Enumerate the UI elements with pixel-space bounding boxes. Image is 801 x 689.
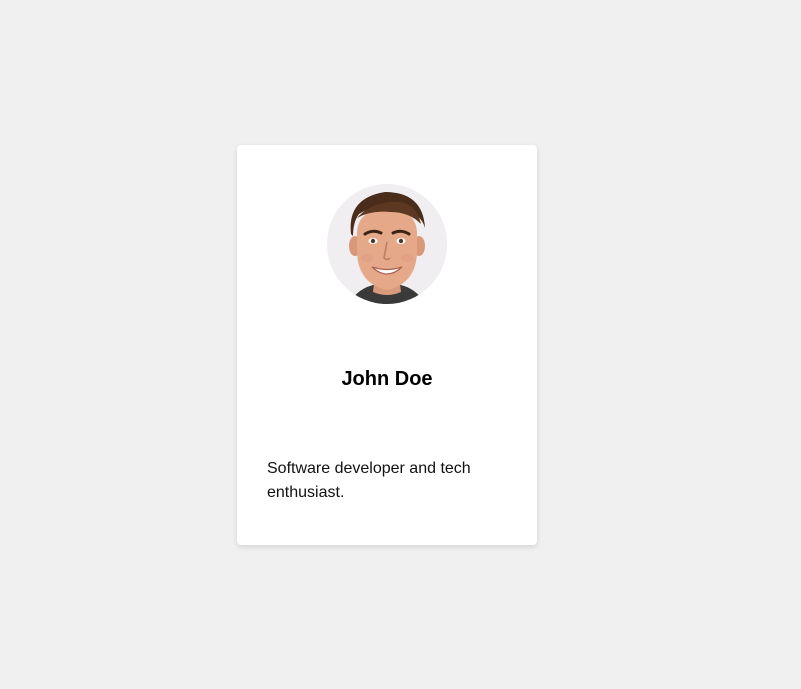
profile-bio: Software developer and tech enthusiast.	[267, 460, 471, 501]
avatar	[327, 184, 447, 304]
profile-name: John Doe	[341, 368, 433, 390]
profile-card: John Doe Software developer and tech ent…	[237, 145, 537, 545]
person-portrait-icon	[327, 184, 447, 304]
